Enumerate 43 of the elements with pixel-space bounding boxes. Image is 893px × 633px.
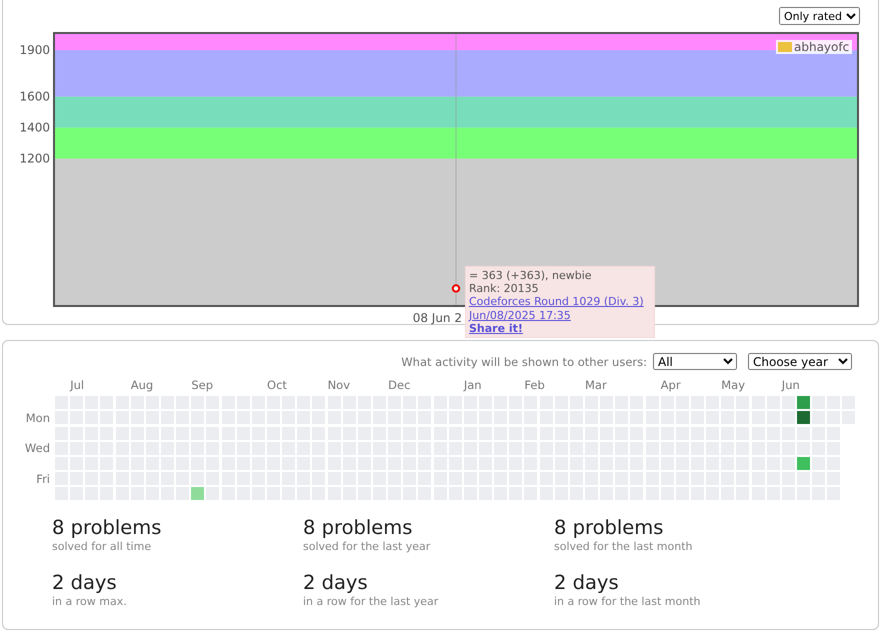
month-label: Oct bbox=[267, 378, 287, 392]
stat-value: 2 days bbox=[303, 571, 369, 596]
weekday-label: Fri bbox=[36, 472, 50, 486]
stat-value: 8 problems bbox=[52, 516, 162, 540]
month-label: Mar bbox=[584, 378, 607, 392]
month-label: Jul bbox=[70, 378, 84, 392]
stat-caption: in a row for the last year bbox=[303, 595, 440, 608]
rank-text: Rank: 20135 bbox=[469, 282, 539, 296]
share-link[interactable]: Share it! bbox=[469, 322, 523, 336]
stat-caption: in a row max. bbox=[52, 595, 128, 608]
year-select[interactable]: Choose year bbox=[748, 353, 852, 370]
stat-caption: solved for the last year bbox=[303, 540, 432, 554]
month-label: Sep bbox=[191, 378, 213, 392]
month-label: Jan bbox=[464, 378, 482, 392]
month-label: Aug bbox=[130, 378, 154, 392]
visibility-select[interactable]: All bbox=[653, 353, 737, 370]
stat-value: 8 problems bbox=[554, 516, 664, 540]
rating-filter-select[interactable]: Only rated bbox=[779, 7, 860, 25]
stat-caption: in a row for the last month bbox=[554, 595, 702, 608]
stat-caption: solved for all time bbox=[52, 540, 152, 554]
stat-value: 2 days bbox=[52, 571, 118, 596]
rating-point bbox=[452, 284, 460, 293]
stat-value: 8 problems bbox=[303, 516, 414, 540]
y-axis-label: 1900 bbox=[19, 43, 50, 58]
month-label: Nov bbox=[328, 378, 350, 392]
date-link[interactable]: Jun/08/2025 17:35 bbox=[469, 308, 571, 322]
weekday-label: Mon bbox=[26, 410, 50, 425]
y-axis-label: 1600 bbox=[19, 90, 50, 104]
month-label: Dec bbox=[388, 378, 410, 392]
x-axis-label: 08 Jun 2 bbox=[412, 311, 462, 325]
rating-change-text: = 363 (+363), newbie bbox=[469, 269, 592, 282]
month-label: Feb bbox=[524, 378, 545, 392]
stat-caption: solved for the last month bbox=[554, 540, 694, 554]
chart-legend: abhayofc bbox=[776, 40, 852, 54]
month-label: Apr bbox=[660, 378, 681, 392]
month-label: May bbox=[721, 378, 746, 392]
visibility-label: What activity will be shown to other users: bbox=[401, 354, 647, 368]
contest-link[interactable]: Codeforces Round 1029 (Div. 3) bbox=[469, 295, 644, 309]
y-axis-label: 1200 bbox=[19, 152, 50, 166]
weekday-label: Wed bbox=[24, 441, 50, 456]
month-label: Jun bbox=[782, 378, 800, 392]
y-axis-label: 1400 bbox=[19, 120, 50, 135]
stat-value: 2 days bbox=[554, 571, 620, 596]
